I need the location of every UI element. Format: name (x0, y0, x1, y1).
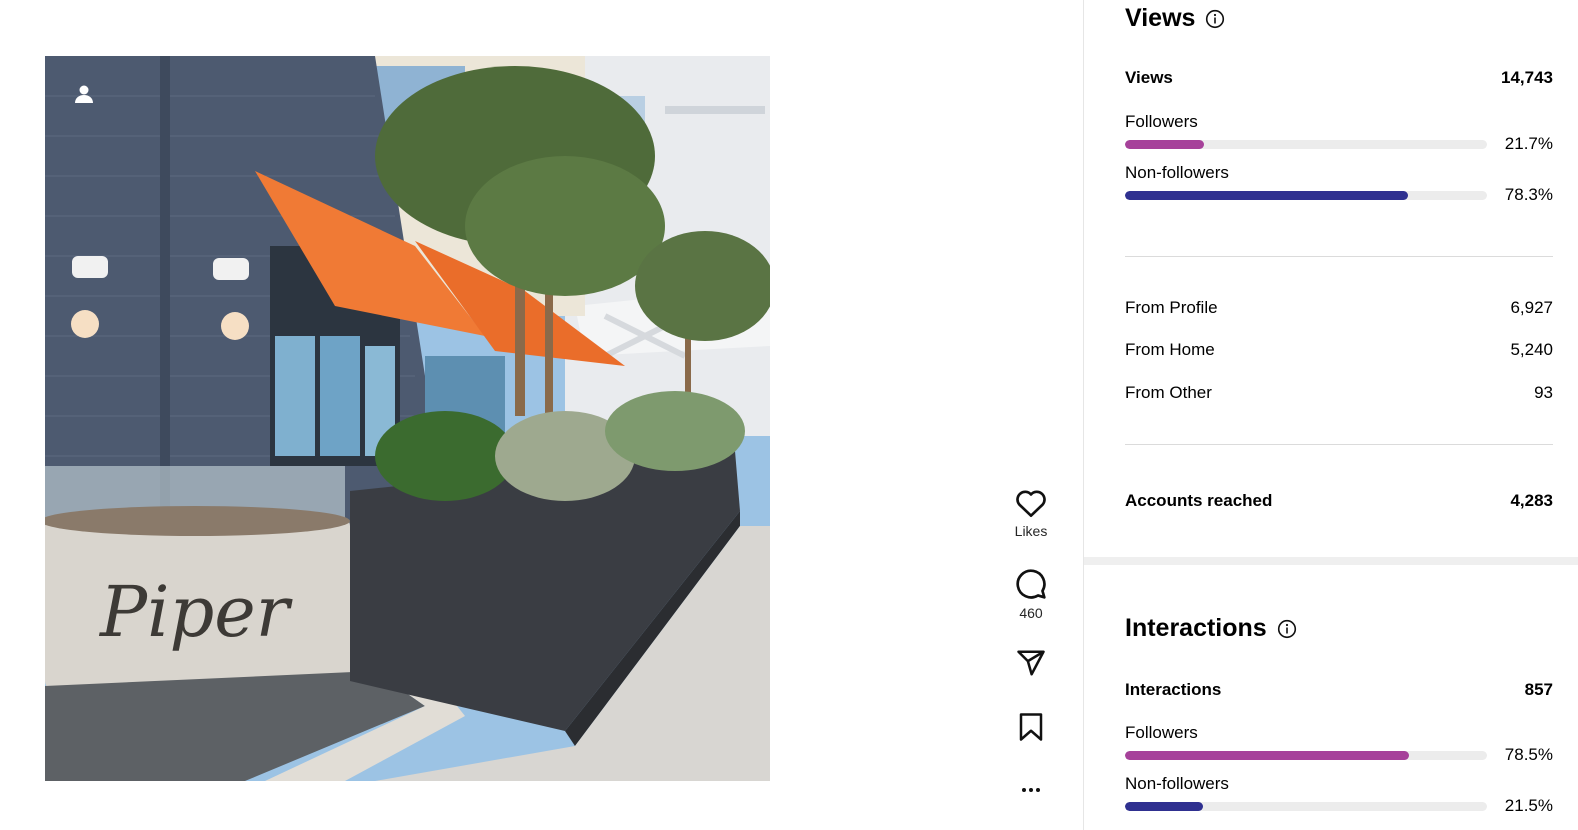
views-followers-bar (1125, 140, 1487, 149)
save-action[interactable] (1006, 712, 1056, 742)
accounts-reached-label: Accounts reached (1125, 491, 1273, 510)
interactions-followers-label: Followers (1125, 723, 1198, 742)
interactions-followers-pct: 78.5% (1504, 745, 1553, 764)
interactions-followers-bar-fill (1125, 751, 1410, 760)
views-nonfollowers-pct: 78.3% (1504, 185, 1553, 204)
interactions-total-label: Interactions (1125, 680, 1222, 699)
likes-label: Likes (1014, 523, 1048, 539)
views-followers-bar-fill (1125, 140, 1204, 149)
interactions-section-title: Interactions (1125, 614, 1297, 643)
info-icon[interactable] (1277, 619, 1297, 639)
views-nonfollowers-bar (1125, 191, 1487, 200)
divider (1125, 256, 1553, 257)
source-row-home: From Home 5,240 (1125, 340, 1553, 360)
source-label: From Profile (1125, 298, 1218, 317)
source-label: From Home (1125, 340, 1215, 359)
views-followers-label: Followers (1125, 112, 1198, 131)
interactions-followers-bar (1125, 751, 1487, 760)
views-total-value: 14,743 (1501, 68, 1553, 87)
more-dots-icon[interactable] (1019, 784, 1043, 796)
post-photo[interactable]: Piper (45, 56, 770, 781)
views-followers-pct: 21.7% (1504, 134, 1553, 153)
user-tag-icon[interactable] (72, 82, 96, 106)
accounts-reached-value: 4,283 (1510, 491, 1553, 510)
source-value: 93 (1534, 383, 1553, 402)
interactions-nonfollowers-pct: 21.5% (1504, 796, 1553, 815)
source-row-other: From Other 93 (1125, 383, 1553, 403)
views-total-label: Views (1125, 68, 1173, 87)
comment-bubble-icon[interactable] (1015, 568, 1047, 600)
post-image: Piper (45, 56, 770, 781)
source-row-profile: From Profile 6,927 (1125, 298, 1553, 318)
divider (1125, 444, 1553, 445)
comments-count: 460 (1019, 605, 1043, 621)
views-nonfollowers-bar-fill (1125, 191, 1409, 200)
more-options[interactable] (1006, 784, 1056, 796)
info-icon[interactable] (1205, 9, 1225, 29)
bookmark-icon[interactable] (1018, 712, 1044, 742)
source-value: 5,240 (1510, 340, 1553, 359)
comment-action[interactable]: 460 (1006, 568, 1056, 621)
interactions-nonfollowers-label: Non-followers (1125, 774, 1229, 793)
interactions-total-row: Interactions 857 (1125, 680, 1553, 700)
accounts-reached-row: Accounts reached 4,283 (1125, 491, 1553, 511)
share-action[interactable] (1006, 648, 1056, 678)
views-nonfollowers-label: Non-followers (1125, 163, 1229, 182)
source-label: From Other (1125, 383, 1212, 402)
like-action[interactable]: Likes (1006, 488, 1056, 539)
views-total-row: Views 14,743 (1125, 68, 1553, 88)
heart-icon[interactable] (1015, 488, 1047, 518)
share-paper-plane-icon[interactable] (1016, 648, 1046, 678)
views-title: Views (1125, 4, 1196, 32)
interactions-title: Interactions (1125, 614, 1267, 642)
source-value: 6,927 (1510, 298, 1553, 317)
svg-text:Piper: Piper (98, 571, 293, 653)
interactions-total-value: 857 (1524, 680, 1553, 699)
section-separator (1084, 557, 1578, 565)
insights-panel: Views Views 14,743 Followers 21.7% Non-f… (1083, 0, 1578, 830)
interactions-nonfollowers-bar (1125, 802, 1487, 811)
interactions-nonfollowers-bar-fill (1125, 802, 1203, 811)
views-section-title: Views (1125, 4, 1225, 33)
